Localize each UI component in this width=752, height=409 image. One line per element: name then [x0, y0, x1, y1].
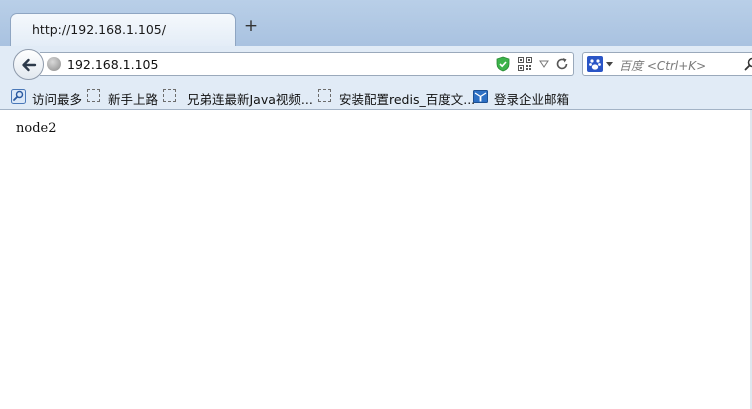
navigation-toolbar: 192.168.1.105 百度 <Ctrl+K> [0, 46, 752, 84]
page-body-text: node2 [16, 121, 57, 136]
placeholder-favicon-icon [318, 89, 331, 102]
tab-active[interactable]: http://192.168.1.105/ [10, 13, 236, 46]
url-bar[interactable]: 192.168.1.105 [40, 52, 574, 76]
url-input[interactable]: 192.168.1.105 [67, 57, 158, 72]
bookmark-label: 新手上路 [108, 92, 159, 107]
page-content: node2 [0, 110, 752, 409]
bookmark-label: 访问最多 [32, 92, 83, 107]
search-input[interactable]: 百度 <Ctrl+K> [619, 57, 706, 74]
bookmark-label: 兄弟连最新Java视频... [187, 92, 313, 107]
placeholder-favicon-icon [163, 89, 176, 102]
back-button[interactable] [13, 49, 44, 80]
magnifier-bookmark-icon [11, 89, 26, 104]
back-arrow-icon [22, 58, 37, 72]
placeholder-favicon-icon [87, 89, 100, 102]
bookmarks-toolbar: 访问最多 新手上路 兄弟连最新Java视频... 安装配置redis_百度文..… [0, 84, 752, 110]
search-engine-dropdown-icon[interactable] [606, 62, 613, 67]
shield-icon[interactable] [496, 56, 510, 72]
new-tab-button[interactable]: + [243, 18, 259, 35]
search-icon[interactable] [744, 57, 752, 71]
bookmark-label: 登录企业邮箱 [494, 92, 570, 107]
search-bar[interactable]: 百度 <Ctrl+K> [582, 52, 752, 76]
mail-book-icon [473, 90, 488, 103]
site-identity-icon[interactable] [47, 57, 61, 71]
bookmark-label: 安装配置redis_百度文... [339, 92, 476, 107]
url-history-dropdown-icon[interactable] [539, 60, 549, 68]
tab-strip: http://192.168.1.105/ + [0, 0, 752, 46]
reload-icon[interactable] [555, 57, 569, 71]
tab-title: http://192.168.1.105/ [32, 22, 166, 37]
baidu-paw-icon[interactable] [587, 56, 603, 72]
qr-code-icon[interactable] [518, 57, 532, 71]
browser-window: http://192.168.1.105/ + 192.168.1.105 百度… [0, 0, 752, 409]
